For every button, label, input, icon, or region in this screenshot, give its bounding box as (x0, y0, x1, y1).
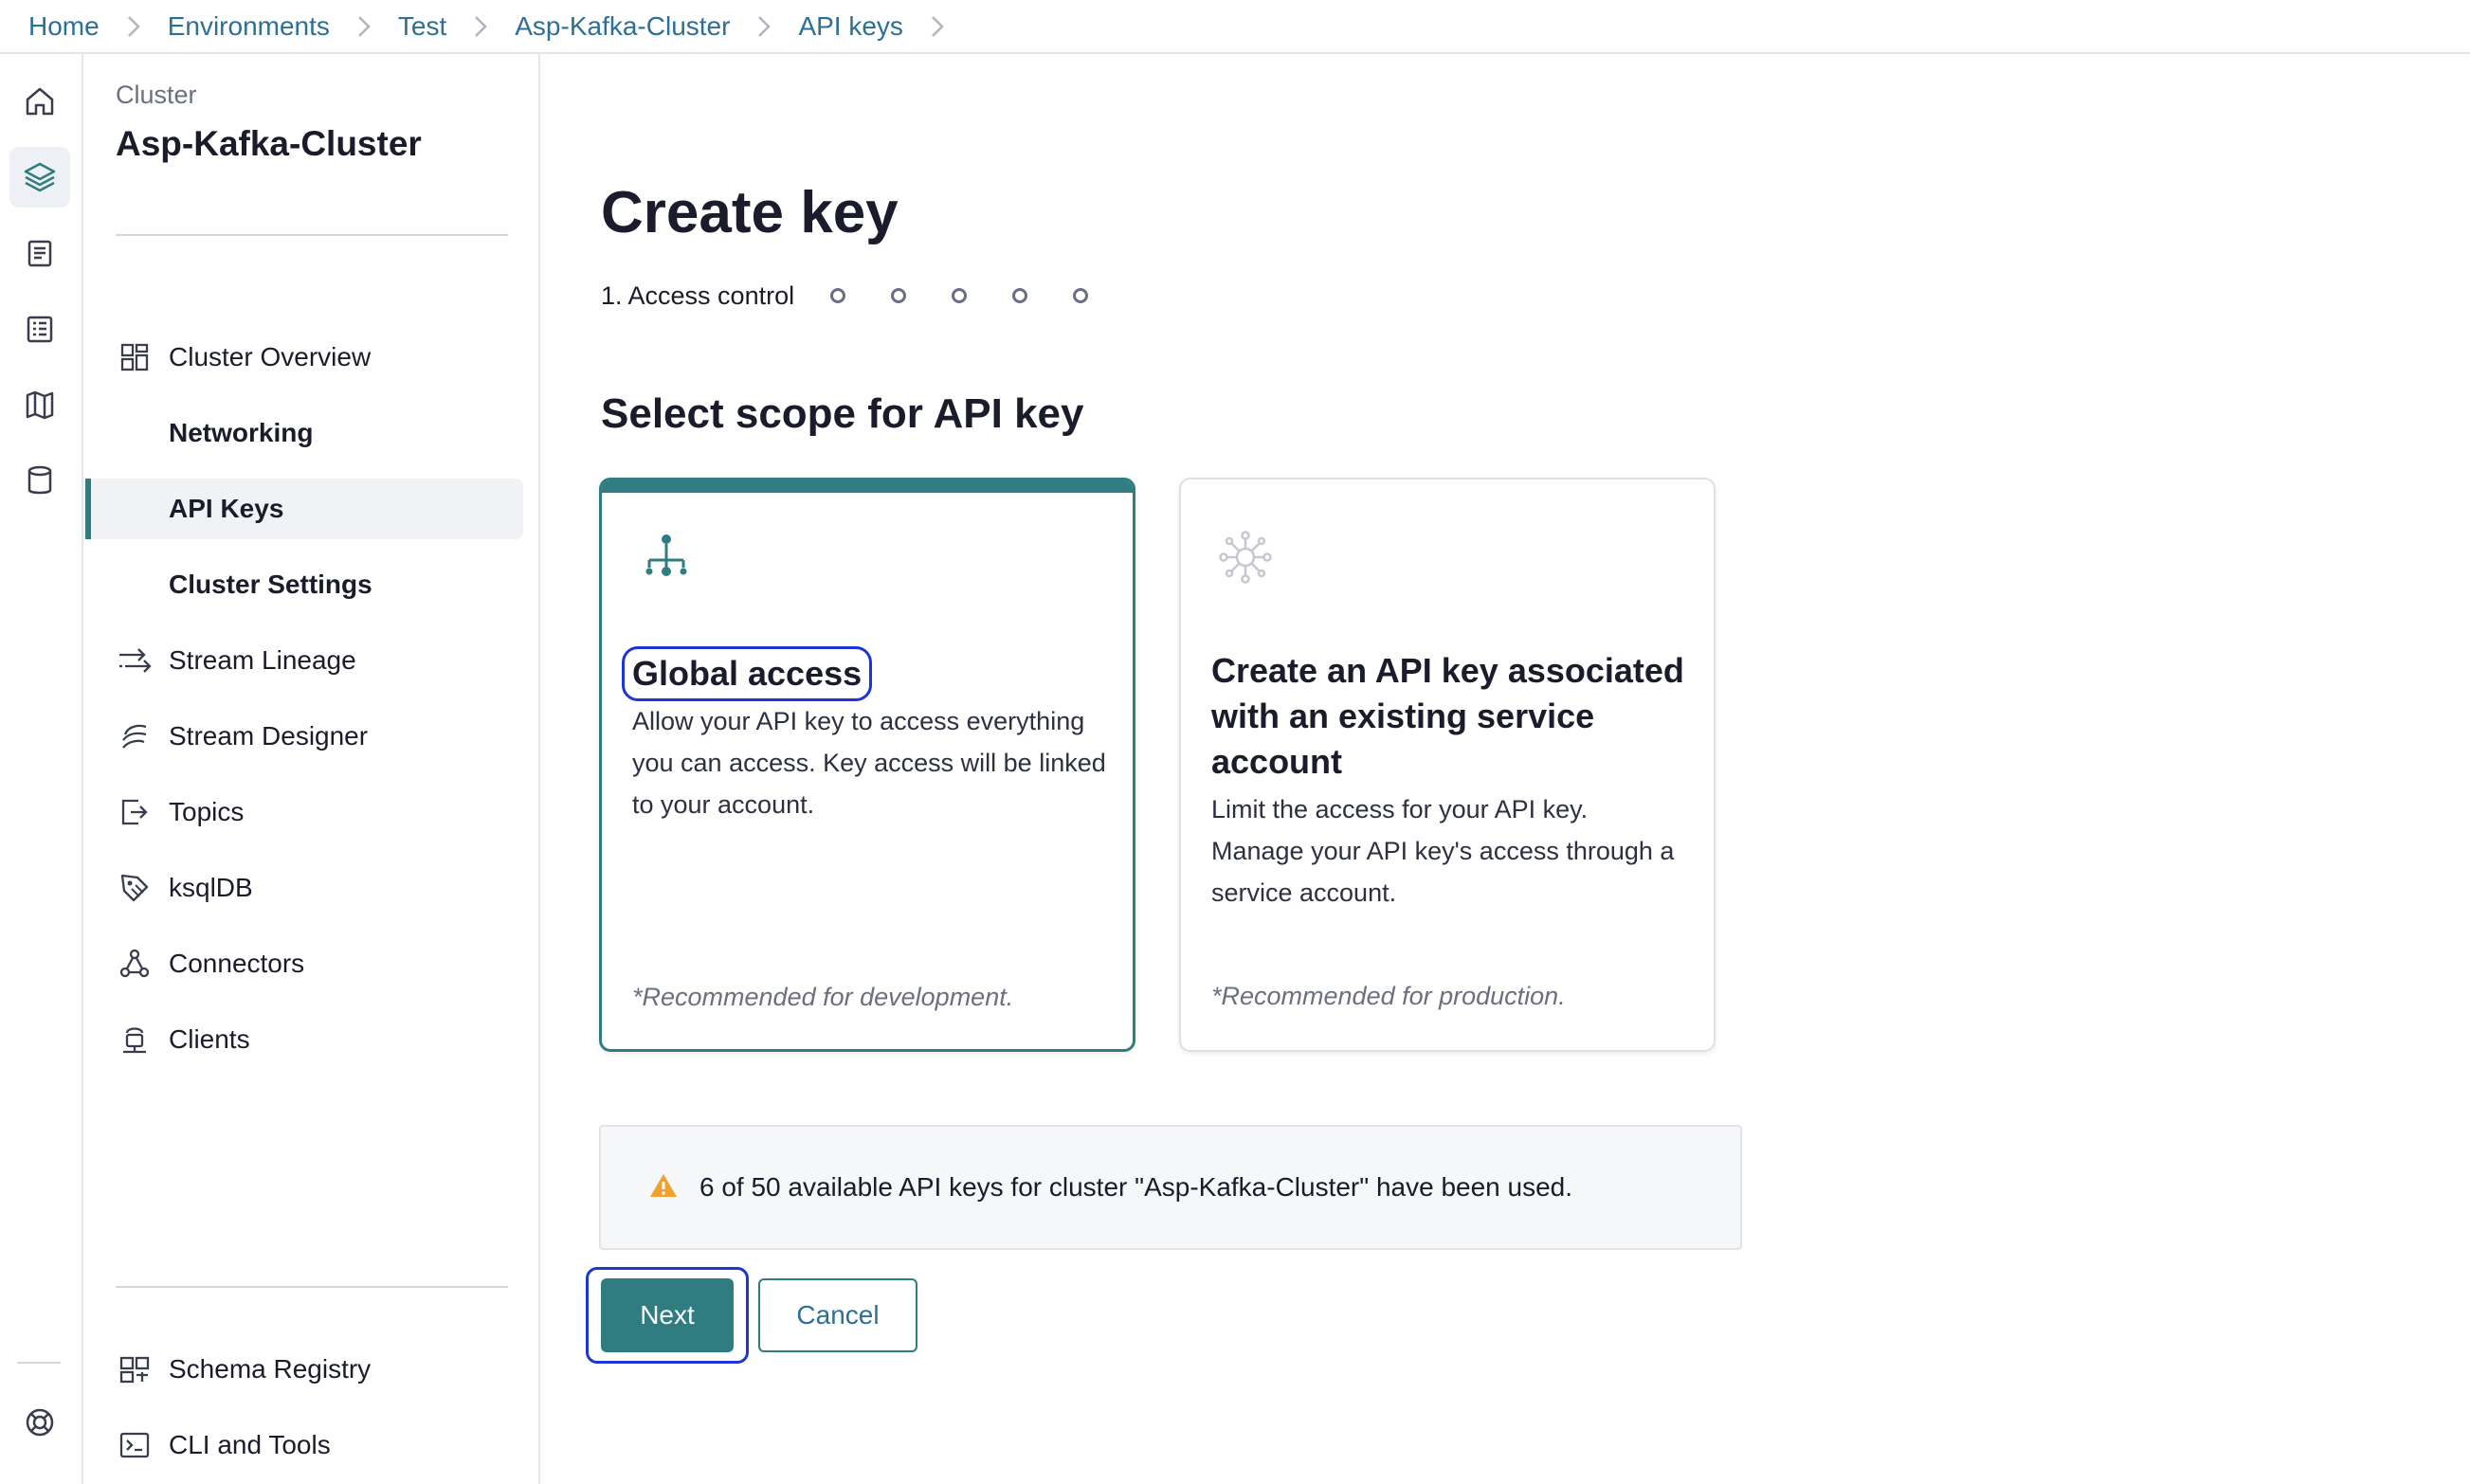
breadcrumb: Home Environments Test Asp-Kafka-Cluster… (0, 0, 2470, 54)
sidebar-item-label: Cluster Overview (169, 342, 372, 371)
breadcrumb-home: Home (28, 11, 168, 42)
connectors-icon (116, 945, 154, 983)
home-icon[interactable] (9, 71, 70, 132)
breadcrumb-cluster: Asp-Kafka-Cluster (515, 11, 798, 42)
breadcrumb-link-environments[interactable]: Environments (168, 11, 330, 42)
stepper-dot (1073, 288, 1089, 303)
breadcrumb-test: Test (398, 11, 515, 42)
breadcrumb-link-cluster[interactable]: Asp-Kafka-Cluster (515, 11, 730, 42)
breadcrumb-api-keys: API keys (798, 11, 971, 42)
api-key-usage-alert: 6 of 50 available API keys for cluster "… (599, 1125, 1742, 1250)
next-button[interactable]: Next (601, 1278, 734, 1352)
chevron-right-icon (462, 13, 499, 40)
icon-rail (0, 54, 83, 1484)
sidebar-divider (116, 1286, 508, 1288)
sidebar-cluster-title: Asp-Kafka-Cluster (116, 124, 422, 163)
sidebar-item-networking[interactable]: Networking (85, 403, 523, 463)
scope-card-title: Global access (621, 646, 873, 701)
breadcrumb-link-api-keys[interactable]: API keys (798, 11, 902, 42)
sidebar-item-stream-designer[interactable]: Stream Designer (85, 706, 523, 767)
sidebar-divider (116, 234, 508, 236)
sidebar-item-label: Connectors (169, 949, 305, 978)
sidebar-item-topics[interactable]: Topics (85, 782, 523, 842)
sidebar-item-label: Stream Designer (169, 721, 369, 751)
chevron-right-icon (345, 13, 383, 40)
ksqldb-icon (116, 869, 154, 907)
sidebar-item-ksqldb[interactable]: ksqlDB (85, 858, 523, 918)
sidebar-item-stream-lineage[interactable]: Stream Lineage (85, 630, 523, 691)
chevron-right-icon (918, 13, 956, 40)
cluster-sidebar: Cluster Asp-Kafka-Cluster Cluster Overvi… (85, 54, 540, 1484)
stepper-dot (1012, 288, 1028, 303)
sidebar-item-cli-and-tools[interactable]: CLI and Tools (85, 1415, 523, 1475)
network-icon (1215, 527, 1276, 588)
sidebar-item-label: Topics (169, 797, 245, 826)
rail-divider (17, 1362, 61, 1364)
list-icon[interactable] (9, 299, 70, 359)
scope-card-note: *Recommended for production. (1211, 982, 1566, 1010)
scope-card-service-account[interactable]: Create an API key associated with an exi… (1179, 478, 1716, 1052)
sidebar-item-clients[interactable]: Clients (85, 1009, 523, 1070)
scope-card-description: Limit the access for your API key. Manag… (1211, 795, 1675, 907)
hierarchy-icon (636, 528, 697, 588)
page-title: Create key (601, 180, 899, 245)
scope-card-title: Create an API key associated with an exi… (1211, 651, 1684, 781)
section-title: Select scope for API key (601, 390, 1084, 437)
map-icon[interactable] (9, 374, 70, 435)
warning-icon (648, 1172, 679, 1203)
breadcrumb-link-home[interactable]: Home (28, 11, 100, 42)
sidebar-item-label: Clients (169, 1024, 250, 1054)
main-content: Create key 1. Access control Select scop… (542, 54, 2470, 1484)
database-icon[interactable] (9, 450, 70, 511)
sidebar-item-label: Schema Registry (169, 1354, 372, 1384)
chevron-right-icon (745, 13, 783, 40)
support-icon[interactable] (9, 1392, 70, 1453)
stepper: 1. Access control (601, 277, 1134, 315)
alert-text: 6 of 50 available API keys for cluster "… (699, 1172, 1573, 1202)
sidebar-item-label: Cluster Settings (169, 570, 372, 599)
grid-icon (116, 338, 154, 376)
terminal-icon (116, 1426, 154, 1464)
sidebar-item-cluster-overview[interactable]: Cluster Overview (85, 327, 523, 388)
topics-icon (116, 793, 154, 831)
chevron-right-icon (115, 13, 153, 40)
sidebar-item-label: ksqlDB (169, 873, 253, 902)
scope-card-global-access[interactable]: Global access Allow your API key to acce… (599, 478, 1135, 1052)
lineage-icon (116, 642, 154, 679)
sidebar-item-label: Stream Lineage (169, 645, 356, 675)
sidebar-item-connectors[interactable]: Connectors (85, 933, 523, 994)
layers-icon[interactable] (9, 147, 70, 208)
sidebar-item-label: API Keys (169, 494, 284, 523)
sidebar-item-cluster-settings[interactable]: Cluster Settings (85, 554, 523, 615)
stepper-dot (891, 288, 907, 303)
schema-registry-icon (116, 1350, 154, 1388)
breadcrumb-environments: Environments (168, 11, 398, 42)
scope-card-description: Allow your API key to access everything … (632, 707, 1106, 819)
document-icon[interactable] (9, 223, 70, 283)
clients-icon (116, 1021, 154, 1059)
designer-icon (116, 717, 154, 755)
sidebar-item-label: CLI and Tools (169, 1430, 331, 1459)
scope-card-note: *Recommended for development. (632, 983, 1014, 1011)
sidebar-eyebrow: Cluster (116, 81, 197, 109)
stepper-dot (952, 288, 968, 303)
breadcrumb-link-test[interactable]: Test (398, 11, 446, 42)
stepper-current-step: 1. Access control (601, 281, 795, 310)
sidebar-item-api-keys[interactable]: API Keys (85, 479, 523, 539)
cancel-button[interactable]: Cancel (758, 1278, 917, 1352)
sidebar-item-label: Networking (169, 418, 314, 447)
stepper-dot (830, 288, 846, 303)
sidebar-item-schema-registry[interactable]: Schema Registry (85, 1339, 523, 1400)
